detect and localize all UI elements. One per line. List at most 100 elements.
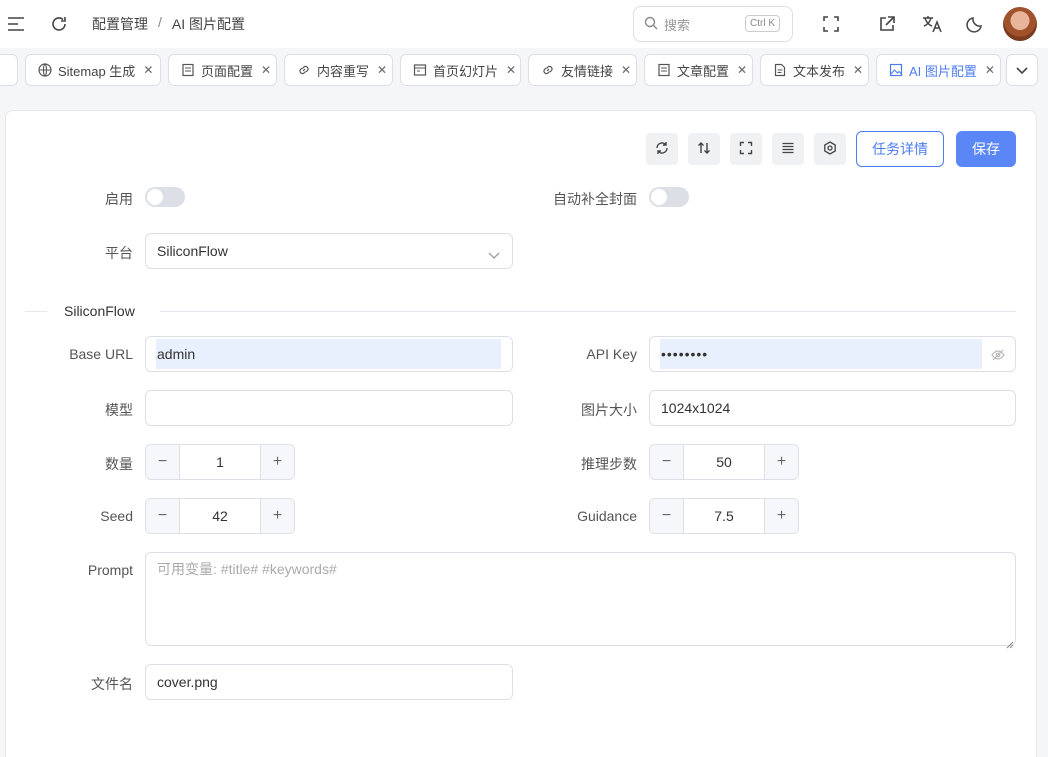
tab-sitemap[interactable]: Sitemap 生成 ✕ xyxy=(25,54,161,86)
count-label: 数量 xyxy=(105,456,133,472)
close-icon[interactable]: ✕ xyxy=(985,63,995,77)
minus-icon: − xyxy=(157,507,168,524)
refresh-button[interactable] xyxy=(646,133,678,165)
increment-button[interactable]: + xyxy=(764,445,798,479)
section-divider xyxy=(25,311,47,312)
tab-text-publish[interactable]: 文本发布 ✕ xyxy=(760,54,869,86)
menu-toggle-icon[interactable] xyxy=(0,8,32,40)
prompt-label: Prompt xyxy=(87,562,133,578)
breadcrumb: 配置管理 / AI 图片配置 xyxy=(92,14,245,34)
density-button[interactable] xyxy=(772,133,804,165)
refresh-icon xyxy=(655,141,669,158)
model-input[interactable] xyxy=(145,390,513,426)
base-url-label: Base URL xyxy=(69,346,133,362)
image-size-value: 1024x1024 xyxy=(661,400,731,416)
minus-icon: − xyxy=(157,453,168,470)
close-icon[interactable]: ✕ xyxy=(377,63,387,77)
page-icon xyxy=(657,63,671,77)
filename-value: cover.png xyxy=(157,674,218,690)
fullscreen-icon xyxy=(739,141,753,158)
count-value[interactable]: 1 xyxy=(180,445,260,479)
tab-article-config[interactable]: 文章配置 ✕ xyxy=(644,54,753,86)
guidance-stepper[interactable]: − 7.5 + xyxy=(649,498,799,534)
autofill-highlight xyxy=(660,339,982,369)
translate-icon[interactable] xyxy=(916,8,948,40)
decrement-button[interactable]: − xyxy=(146,499,180,533)
guidance-value[interactable]: 7.5 xyxy=(684,499,764,533)
close-icon[interactable]: ✕ xyxy=(853,63,863,77)
tab-label: 文章配置 xyxy=(677,63,730,79)
close-icon[interactable]: ✕ xyxy=(737,63,747,77)
external-link-icon[interactable] xyxy=(871,8,903,40)
enable-switch[interactable] xyxy=(145,187,185,207)
dark-mode-icon[interactable] xyxy=(959,8,991,40)
eye-off-icon[interactable] xyxy=(991,348,1005,364)
tabs-more-button[interactable] xyxy=(1006,54,1038,86)
base-url-input[interactable]: admin xyxy=(145,336,513,372)
tab-ai-image-config[interactable]: AI 图片配置 ✕ xyxy=(876,54,1001,86)
decrement-button[interactable]: − xyxy=(146,445,180,479)
fullscreen-button[interactable] xyxy=(730,133,762,165)
close-icon[interactable]: ✕ xyxy=(143,63,153,77)
doc-icon xyxy=(773,63,787,77)
close-icon[interactable]: ✕ xyxy=(506,63,516,77)
decrement-button[interactable]: − xyxy=(650,499,684,533)
tab-content-rewrite[interactable]: 内容重写 ✕ xyxy=(284,54,393,86)
seed-value[interactable]: 42 xyxy=(180,499,260,533)
decrement-button[interactable]: − xyxy=(650,445,684,479)
api-key-value: •••••••• xyxy=(661,346,709,362)
prompt-textarea[interactable]: 可用变量: #title# #keywords# xyxy=(145,552,1016,649)
steps-value[interactable]: 50 xyxy=(684,445,764,479)
filename-input[interactable]: cover.png xyxy=(145,664,513,700)
tab-label: AI 图片配置 xyxy=(909,63,977,79)
steps-stepper[interactable]: − 50 + xyxy=(649,444,799,480)
tab-label: Sitemap 生成 xyxy=(58,63,136,79)
resize-handle-icon[interactable] xyxy=(1006,636,1014,649)
tabs-scroll-left-button[interactable] xyxy=(0,54,18,86)
minus-icon: − xyxy=(661,453,672,470)
image-size-label: 图片大小 xyxy=(581,402,637,418)
prompt-placeholder: 可用变量: #title# #keywords# xyxy=(157,561,337,577)
base-url-value: admin xyxy=(157,346,196,362)
increment-button[interactable]: + xyxy=(260,499,294,533)
auto-cover-switch[interactable] xyxy=(649,187,689,207)
chevron-down-icon xyxy=(488,247,500,263)
sort-button[interactable] xyxy=(688,133,720,165)
image-size-input[interactable]: 1024x1024 xyxy=(649,390,1016,426)
search-icon xyxy=(644,16,658,33)
api-key-input[interactable]: •••••••• xyxy=(649,336,1016,372)
close-icon[interactable]: ✕ xyxy=(621,63,631,77)
tab-label: 页面配置 xyxy=(201,63,254,79)
close-icon[interactable]: ✕ xyxy=(261,63,271,77)
enable-label: 启用 xyxy=(105,191,133,207)
plus-icon: + xyxy=(776,453,787,470)
image-icon xyxy=(889,63,903,77)
seed-label: Seed xyxy=(100,508,133,524)
task-details-button[interactable]: 任务详情 xyxy=(856,131,944,167)
tab-home-slides[interactable]: 首页幻灯片 ✕ xyxy=(400,54,521,86)
breadcrumb-item[interactable]: 配置管理 xyxy=(92,14,148,34)
fullscreen-icon[interactable] xyxy=(815,8,847,40)
chevron-down-icon xyxy=(1016,63,1028,78)
count-stepper[interactable]: − 1 + xyxy=(145,444,295,480)
search-placeholder: 搜索 xyxy=(664,17,691,33)
seed-stepper[interactable]: − 42 + xyxy=(145,498,295,534)
increment-button[interactable]: + xyxy=(764,499,798,533)
increment-button[interactable]: + xyxy=(260,445,294,479)
search-input[interactable]: 搜索 Ctrl K xyxy=(633,6,793,42)
tab-friend-links[interactable]: 友情链接 ✕ xyxy=(528,54,637,86)
sort-icon xyxy=(697,141,711,158)
minus-icon: − xyxy=(661,507,672,524)
plus-icon: + xyxy=(272,453,283,470)
avatar[interactable] xyxy=(1003,7,1037,41)
steps-label: 推理步数 xyxy=(581,456,637,472)
tab-label: 文本发布 xyxy=(793,63,846,79)
tab-page-config[interactable]: 页面配置 ✕ xyxy=(168,54,277,86)
gear-icon xyxy=(823,140,837,158)
save-button[interactable]: 保存 xyxy=(956,131,1016,167)
refresh-icon[interactable] xyxy=(43,8,75,40)
breadcrumb-item-current: AI 图片配置 xyxy=(171,16,246,32)
search-shortcut: Ctrl K xyxy=(745,15,780,32)
platform-select[interactable]: SiliconFlow xyxy=(145,233,513,269)
settings-button[interactable] xyxy=(814,133,846,165)
